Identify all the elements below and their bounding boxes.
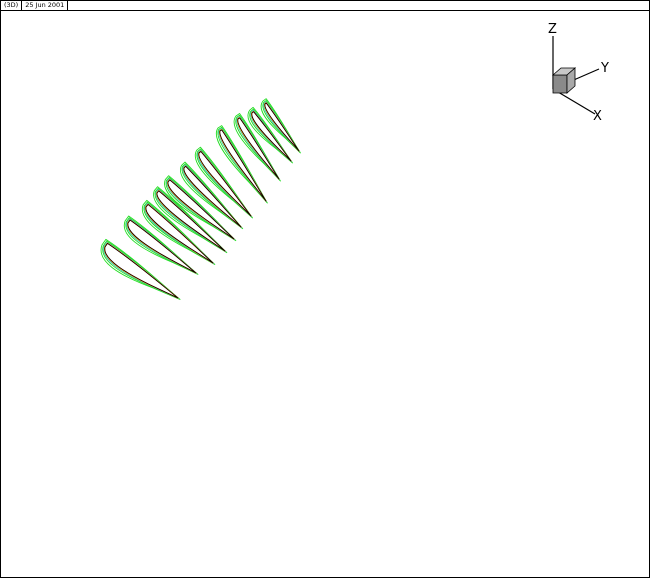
y-axis-label: Y bbox=[600, 61, 609, 76]
header-spacer bbox=[68, 1, 649, 10]
triad-cube bbox=[551, 67, 577, 94]
cube-front-face bbox=[552, 74, 568, 94]
inner-contour-line bbox=[145, 203, 214, 264]
blade-sections bbox=[100, 98, 301, 300]
mid-contour-line bbox=[103, 241, 180, 299]
x-axis-label: X bbox=[593, 109, 602, 124]
plot-header: (3D) 25 Jun 2001 bbox=[1, 1, 649, 11]
plot-window: (3D) 25 Jun 2001 Z Y X bbox=[0, 0, 650, 578]
mode-label: (3D) bbox=[1, 1, 23, 10]
date-label: 25 Jun 2001 bbox=[22, 1, 69, 10]
z-axis-label: Z bbox=[548, 22, 557, 37]
airfoil-outline bbox=[145, 204, 214, 264]
axis-triad: Z Y X bbox=[548, 22, 609, 124]
blade-sections-plot: Z Y X bbox=[100, 22, 609, 300]
plot-canvas[interactable]: Z Y X bbox=[1, 11, 649, 577]
